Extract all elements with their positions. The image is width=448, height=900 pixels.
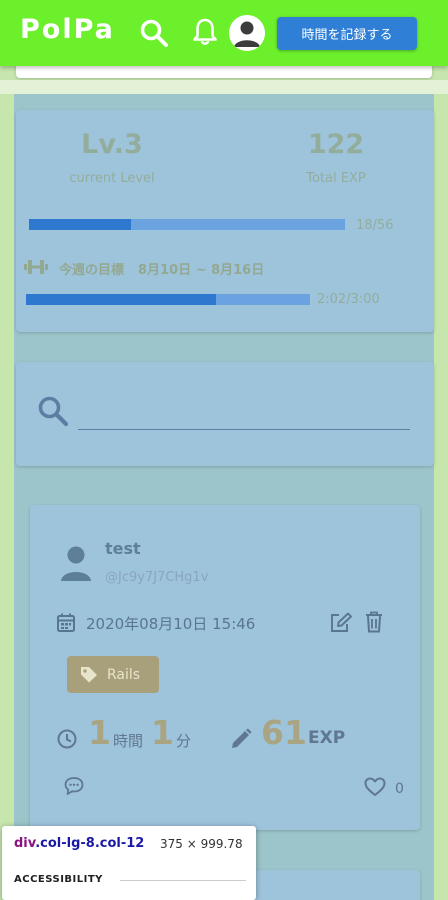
current-level-value: Lv.3 — [81, 129, 143, 160]
bell-icon[interactable] — [191, 17, 219, 47]
app-bar: PolPa 時間を記録する — [0, 0, 448, 66]
delete-icon[interactable] — [365, 611, 383, 637]
duration-minutes: 1 — [151, 713, 174, 752]
goal-progress-text: 2:02/3:00 — [317, 292, 380, 307]
exp-progress-text: 18/56 — [356, 218, 394, 233]
clock-icon — [57, 729, 77, 753]
total-exp-label: Total EXP — [306, 171, 366, 186]
weekly-goal: 今週の目標 8月10日 ~ 8月16日 — [59, 259, 264, 278]
dumbbell-icon — [24, 258, 48, 280]
calendar-icon — [57, 613, 75, 636]
weekly-goal-range: 8月10日 ~ 8月16日 — [138, 263, 265, 278]
tag-icon — [80, 666, 98, 687]
post-exp-unit: EXP — [308, 728, 346, 748]
edit-icon[interactable] — [330, 612, 352, 637]
like-count: 0 — [395, 781, 404, 797]
tag-label: Rails — [107, 666, 141, 683]
duration-hours: 1 — [88, 713, 111, 752]
devtools-tooltip-classes: .col-lg-8.col-12 — [35, 836, 145, 851]
duration-hours-unit: 時間 — [113, 732, 144, 750]
goal-progress-fill — [26, 294, 217, 305]
devtools-tooltip-selector: div.col-lg-8.col-12 — [14, 836, 144, 851]
pencil-icon — [230, 728, 252, 754]
current-level-label: current Level — [69, 171, 155, 186]
heart-icon[interactable] — [364, 777, 386, 801]
search-input[interactable] — [78, 429, 410, 430]
search-icon — [37, 395, 69, 431]
devtools-tooltip: div.col-lg-8.col-12 375 × 999.78 ACCESSI… — [2, 826, 256, 900]
post-user-id: @Jc9y7J7CHg1v — [105, 570, 209, 585]
comment-icon[interactable] — [64, 776, 84, 800]
exp-progress-bar — [29, 219, 345, 230]
devtools-tooltip-size: 375 × 999.78 — [160, 837, 243, 851]
devtools-tooltip-tag: div — [14, 836, 36, 851]
total-exp-value: 122 — [307, 129, 365, 160]
exp-progress-fill — [29, 219, 131, 230]
search-icon[interactable] — [139, 18, 169, 48]
record-time-button[interactable]: 時間を記録する — [277, 17, 417, 50]
devtools-tooltip-divider — [120, 880, 246, 881]
tag-chip-rails[interactable]: Rails — [67, 656, 159, 693]
user-avatar-icon[interactable] — [59, 545, 93, 587]
account-avatar-icon[interactable] — [229, 15, 265, 51]
devtools-tooltip-section: ACCESSIBILITY — [14, 874, 103, 885]
search-card — [16, 362, 434, 466]
content-top-band — [0, 80, 448, 94]
app-logo[interactable]: PolPa — [20, 14, 115, 45]
goal-progress-bar — [26, 294, 310, 305]
duration-minutes-unit: 分 — [176, 732, 192, 750]
post-datetime: 2020年08月10日 15:46 — [86, 615, 256, 633]
weekly-goal-label: 今週の目標 — [59, 263, 125, 278]
post-exp-value: 61 — [261, 713, 307, 752]
post-username[interactable]: test — [105, 539, 141, 558]
